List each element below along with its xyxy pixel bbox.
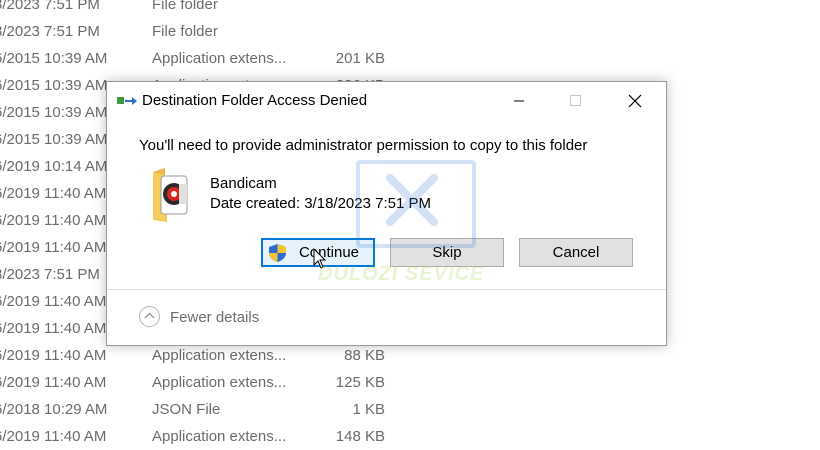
file-date: 6/2015 10:39 AM <box>0 50 108 67</box>
file-size: 148 KB <box>335 428 385 445</box>
watermark-logo <box>356 160 476 248</box>
file-type: File folder <box>152 0 218 13</box>
cancel-button[interactable]: Cancel <box>519 238 633 267</box>
copy-icon <box>117 97 137 105</box>
file-type: Application extens... <box>152 50 287 67</box>
wrench-screwdriver-icon <box>386 174 438 226</box>
minimize-button[interactable] <box>496 82 542 120</box>
folder-icon <box>153 168 188 222</box>
file-row[interactable]: 6/2019 11:40 AM Application extens... 125 … <box>0 369 820 396</box>
file-row[interactable]: 3/2023 7:51 PM File folder <box>0 18 820 45</box>
permission-message: You'll need to provide administrator per… <box>139 137 588 154</box>
watermark: DULOZI SEVICE <box>318 160 508 290</box>
watermark-text: DULOZI SEVICE <box>318 263 485 285</box>
minimize-icon <box>514 100 524 102</box>
file-type: JSON File <box>152 401 221 418</box>
file-date: 6/2019 11:40 AM <box>0 212 107 229</box>
file-date: 6/2018 10:29 AM <box>0 401 108 418</box>
file-type: Application extens... <box>152 347 287 364</box>
maximize-icon <box>570 95 581 106</box>
file-row[interactable]: 6/2015 10:39 AM Application extens... 201 … <box>0 45 820 72</box>
close-icon <box>628 94 642 108</box>
file-date: 3/2023 7:51 PM <box>0 0 100 13</box>
file-row[interactable]: 6/2019 11:40 AM Application extens... 148 … <box>0 423 820 450</box>
item-name: Bandicam <box>210 175 277 192</box>
file-date: 6/2019 11:40 AM <box>0 185 107 202</box>
file-row[interactable]: 3/2023 7:51 PM File folder <box>0 0 820 18</box>
file-type: Application extens... <box>152 374 287 391</box>
file-size: 125 KB <box>335 374 385 391</box>
file-size: 1 KB <box>352 401 385 418</box>
maximize-button[interactable] <box>551 82 597 120</box>
file-row[interactable]: 6/2019 11:40 AM Application extens... 88 K… <box>0 342 820 369</box>
file-date: 6/2019 11:40 AM <box>0 428 107 445</box>
file-date: 6/2019 11:40 AM <box>0 293 107 310</box>
file-size: 88 KB <box>344 347 385 364</box>
dialog-title: Destination Folder Access Denied <box>142 92 368 109</box>
close-button[interactable] <box>612 82 658 120</box>
file-date: 6/2019 11:40 AM <box>0 320 107 337</box>
dialog-titlebar[interactable]: Destination Folder Access Denied <box>107 82 666 120</box>
shield-icon <box>269 244 286 262</box>
file-date: 3/2023 7:51 PM <box>0 266 100 283</box>
file-type: Application extens... <box>152 428 287 445</box>
file-date: 6/2015 10:39 AM <box>0 77 108 94</box>
file-date: 6/2015 10:39 AM <box>0 131 108 148</box>
file-date: 6/2019 11:40 AM <box>0 374 107 391</box>
file-date: 6/2019 10:14 AM <box>0 158 108 175</box>
details-label: Fewer details <box>170 309 260 326</box>
chevron-up-icon <box>139 306 160 327</box>
file-date: 6/2019 11:40 AM <box>0 239 107 256</box>
file-size: 201 KB <box>335 50 385 67</box>
file-type: File folder <box>152 23 218 40</box>
file-date: 3/2023 7:51 PM <box>0 23 100 40</box>
file-date: 6/2019 11:40 AM <box>0 347 107 364</box>
file-date: 6/2015 10:39 AM <box>0 104 108 121</box>
file-row[interactable]: 6/2018 10:29 AM JSON File 1 KB <box>0 396 820 423</box>
